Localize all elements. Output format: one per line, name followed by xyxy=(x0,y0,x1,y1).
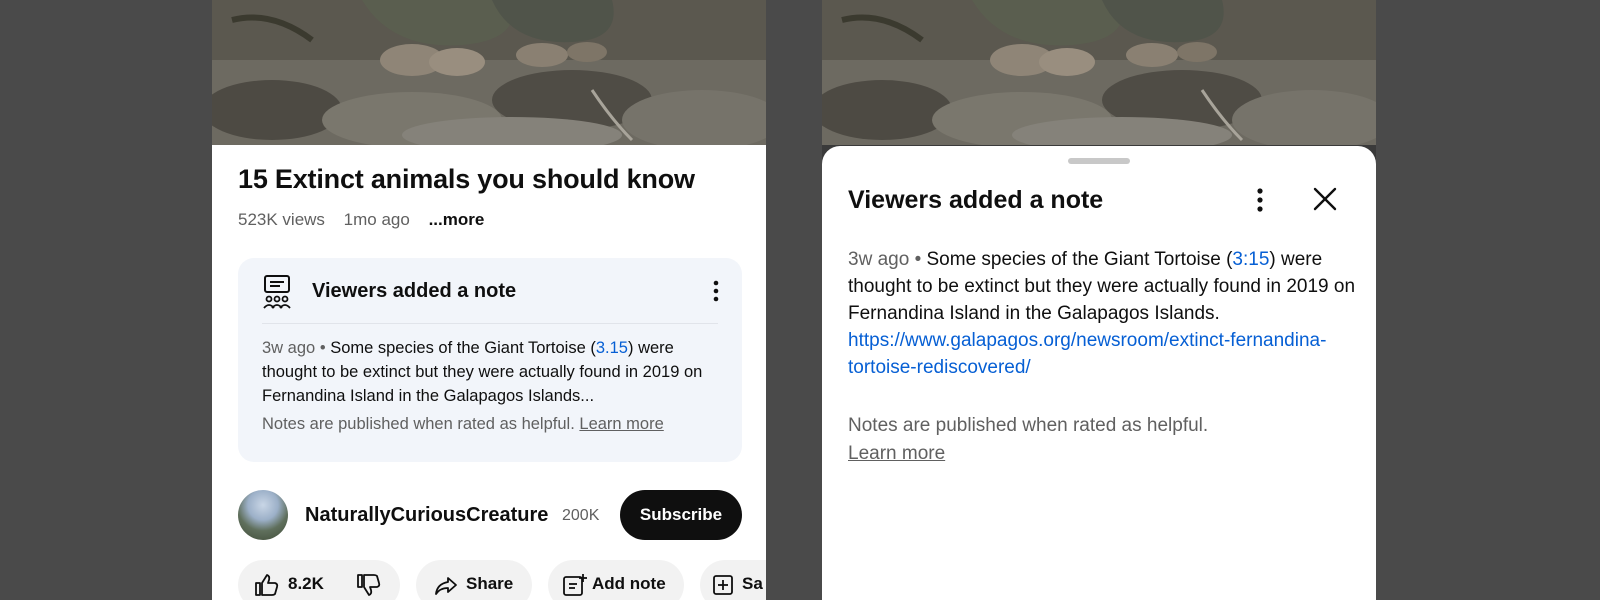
add-note-button[interactable]: Add note xyxy=(548,560,684,600)
video-title: 15 Extinct animals you should know xyxy=(238,164,695,194)
thumbs-up-icon xyxy=(255,574,279,596)
add-note-label: Add note xyxy=(592,574,666,593)
subscriber-count: 200K xyxy=(562,507,600,524)
share-icon xyxy=(435,577,457,595)
tortoise-image xyxy=(212,0,766,145)
learn-more-link[interactable]: Learn more xyxy=(848,440,1348,468)
upload-age: 1mo ago xyxy=(343,210,410,229)
timestamp-link[interactable]: 3:15 xyxy=(1232,249,1269,270)
channel-name[interactable]: NaturallyCuriousCreature xyxy=(305,504,548,527)
source-url-link[interactable]: https://www.galapagos.org/newsroom/extin… xyxy=(848,330,1326,378)
video-page-screen: 15 Extinct animals you should know 523K … xyxy=(212,0,766,600)
more-link[interactable]: ...more xyxy=(429,210,485,229)
note-footer-text: Notes are published when rated as helpfu… xyxy=(262,415,575,433)
note-age: 3w ago xyxy=(262,339,316,357)
save-button[interactable]: Sa xyxy=(700,560,766,600)
note-card-title: Viewers added a note xyxy=(312,280,517,302)
view-count: 523K views xyxy=(238,210,325,229)
note-footer-text: Notes are published when rated as helpfu… xyxy=(848,415,1209,436)
thumbs-down-icon xyxy=(357,574,381,596)
channel-row: NaturallyCuriousCreature 200K Subscribe xyxy=(238,488,742,544)
like-count: 8.2K xyxy=(288,574,324,593)
subscribe-button[interactable]: Subscribe xyxy=(620,490,742,540)
action-buttons-row: 8.2K Share Add note Sa xyxy=(238,560,766,600)
tortoise-image xyxy=(822,0,1376,145)
notes-icon xyxy=(263,275,291,309)
channel-avatar[interactable] xyxy=(238,490,288,540)
video-player-thumbnail[interactable] xyxy=(822,0,1376,145)
share-label: Share xyxy=(466,574,514,593)
divider xyxy=(262,323,718,324)
more-options-icon[interactable] xyxy=(1250,184,1270,216)
more-options-icon[interactable] xyxy=(706,276,726,306)
note-sheet-screen: Viewers added a note 3w ago • Some speci… xyxy=(822,0,1376,600)
close-icon[interactable] xyxy=(1310,184,1340,214)
note-age: 3w ago xyxy=(848,249,910,270)
separator-dot: • xyxy=(914,249,922,270)
note-text-part-1: Some species of the Giant Tortoise ( xyxy=(926,249,1233,270)
learn-more-link[interactable]: Learn more xyxy=(579,415,663,433)
note-text: 3w ago • Some species of the Giant Torto… xyxy=(848,246,1358,381)
save-icon xyxy=(713,575,733,595)
note-footer: Notes are published when rated as helpfu… xyxy=(262,415,664,434)
video-metadata[interactable]: 523K views 1mo ago ...more xyxy=(238,210,498,230)
add-note-icon xyxy=(563,574,587,596)
note-bottom-sheet: Viewers added a note 3w ago • Some speci… xyxy=(822,146,1376,600)
note-text: 3w ago • Some species of the Giant Torto… xyxy=(262,336,732,408)
like-dislike-button[interactable]: 8.2K xyxy=(238,560,400,600)
sheet-title: Viewers added a note xyxy=(848,186,1104,214)
viewer-note-card[interactable]: Viewers added a note 3w ago • Some speci… xyxy=(238,258,742,462)
note-footer: Notes are published when rated as helpfu… xyxy=(848,412,1348,468)
video-player-thumbnail[interactable] xyxy=(212,0,766,145)
save-label: Sa xyxy=(742,574,763,593)
separator-dot: • xyxy=(319,339,326,357)
note-text-part-1: Some species of the Giant Tortoise ( xyxy=(330,339,596,357)
drag-handle[interactable] xyxy=(1068,158,1130,164)
share-button[interactable]: Share xyxy=(416,560,532,600)
timestamp-link[interactable]: 3.15 xyxy=(596,339,628,357)
